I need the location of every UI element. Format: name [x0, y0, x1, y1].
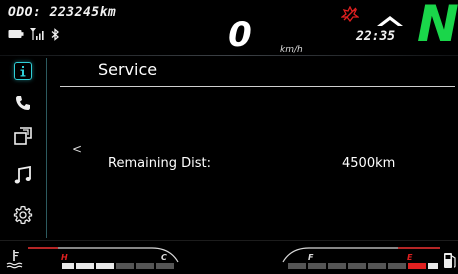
- sidebar-item-settings[interactable]: [0, 200, 46, 230]
- fuel-gauge-segments: [288, 263, 438, 269]
- battery-icon: [8, 30, 24, 38]
- coolant-temp-icon: [6, 250, 23, 269]
- screen-mirror-icon: [14, 127, 32, 145]
- sidebar-item-mirror[interactable]: [0, 121, 46, 151]
- sidebar-item-music[interactable]: [0, 160, 46, 190]
- music-icon: [14, 166, 31, 184]
- sidebar-item-info[interactable]: [0, 56, 46, 86]
- temp-low-label: C: [161, 253, 167, 262]
- signal-icon: [30, 28, 44, 40]
- header-divider: [0, 55, 458, 56]
- remaining-distance-value: 4500km: [342, 156, 396, 171]
- settings-gear-icon: [13, 205, 33, 225]
- phone-icon: [16, 96, 30, 110]
- temp-gauge-arc: [28, 247, 179, 263]
- fuel-full-label: F: [308, 253, 314, 262]
- fuel-gauge-arc: [282, 247, 440, 263]
- fuel-pump-icon: [444, 253, 456, 268]
- info-icon: [14, 62, 32, 80]
- temp-gauge-segments: [62, 263, 174, 269]
- upshift-indicator-icon: [377, 16, 403, 26]
- gear-indicator: N: [417, 0, 458, 53]
- sidebar-item-phone[interactable]: [0, 88, 46, 118]
- fuel-empty-label: E: [407, 253, 413, 262]
- speed-value: 0: [228, 15, 252, 55]
- page-title: Service: [98, 60, 158, 79]
- temp-high-label: H: [61, 253, 68, 262]
- sidebar-divider: [46, 58, 47, 238]
- warning-indicator-icon: [341, 6, 359, 22]
- dashboard-screen: ODO: 223245km 0 km/h 22:35 N Service < R…: [0, 0, 458, 274]
- odometer: ODO: 223245km: [8, 5, 117, 20]
- speed-unit: km/h: [280, 45, 303, 55]
- back-arrow[interactable]: <: [72, 142, 82, 156]
- title-divider: [60, 86, 455, 87]
- bottom-gauges: H C F E: [6, 247, 456, 269]
- status-icons: [8, 27, 60, 41]
- bluetooth-icon: [51, 27, 59, 41]
- remaining-distance-label: Remaining Dist:: [108, 156, 212, 171]
- sidebar: [0, 56, 46, 240]
- clock: 22:35: [356, 29, 396, 44]
